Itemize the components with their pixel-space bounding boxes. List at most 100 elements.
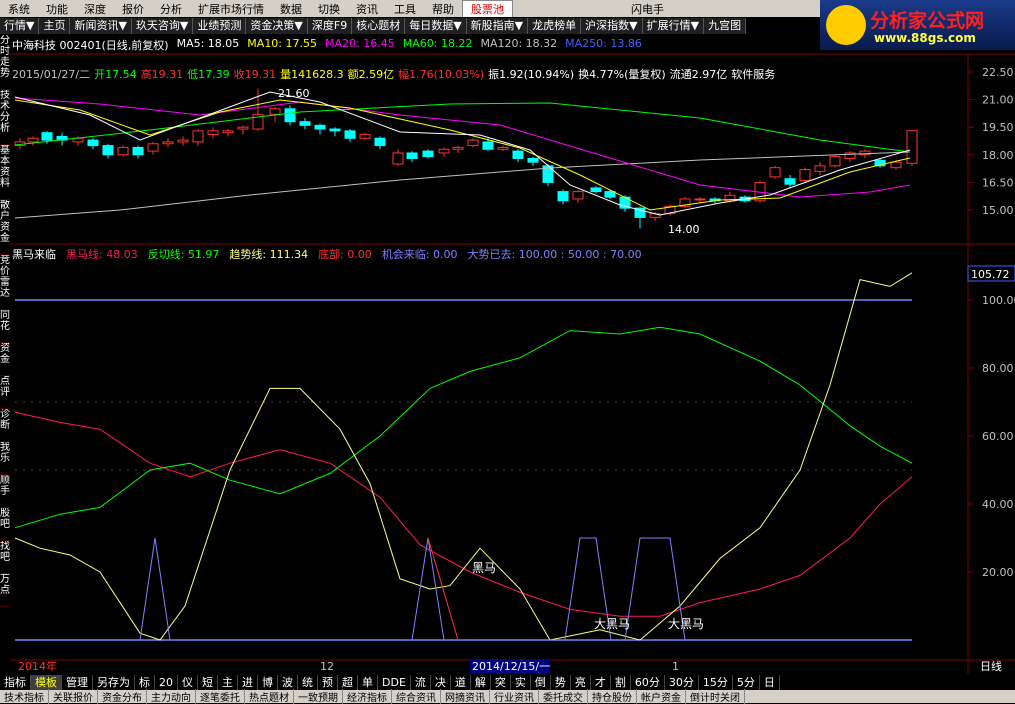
ma20-value: MA20: 16.45 [325,37,395,50]
bottom-info-tab[interactable]: 逐笔委托 [196,689,245,704]
ma120-value: MA120: 18.32 [480,37,558,50]
bottom-tab[interactable]: 管理 [62,674,93,690]
ma5-line [14,91,911,216]
bottom-tab[interactable]: DDE [378,674,411,690]
bottom-tab[interactable]: 15分 [699,674,733,690]
ind-tick-label: 60.00 [982,430,1014,443]
bottom-tab[interactable]: 进 [238,674,258,690]
stock-info-line: 中海科技 002401(日线,前复权) MA5: 18.05 MA10: 17.… [12,37,642,53]
bottom-tab[interactable]: 倒 [531,674,551,690]
bottom-info-tab[interactable]: 倒计时关闭 [686,689,745,704]
candle-body [102,145,114,156]
bottom-tab[interactable]: 30分 [665,674,699,690]
candle-body [237,126,249,130]
bottom-info-tab[interactable]: 热点题材 [245,689,294,704]
candle-body [799,169,811,182]
candle-body [467,139,479,147]
bottom-tab[interactable]: 另存为 [93,674,135,690]
bottom-info-tab[interactable]: 主力动向 [147,689,196,704]
price-tick-label: 16.50 [982,176,1014,189]
price-tick-label: 15.00 [982,204,1014,217]
candle-body [147,143,159,152]
bottom-tab[interactable]: 日 [760,674,780,690]
bottom-tab[interactable]: 势 [551,674,571,690]
bottom-info-tab[interactable]: 行业资讯 [490,689,539,704]
bottom-tab[interactable]: 决 [431,674,451,690]
candle-body [527,157,539,163]
ohlc-amount: 额2.59亿 [347,68,395,81]
bottom-tab[interactable]: 超 [338,674,358,690]
bottom-tab[interactable]: 预 [318,674,338,690]
dashi-value: 大势已去: 100.00 : 50.00 : 70.00 [467,248,642,261]
fanqie-value: 反切线: 51.97 [147,248,220,261]
bottom-tab[interactable]: 博 [258,674,278,690]
ind-tick-label: 100.00 [982,294,1015,307]
bottom-tab[interactable]: 道 [451,674,471,690]
candle-body [604,191,616,198]
ma120-line [14,151,911,219]
candle-body [482,141,494,150]
bottom-info-tab[interactable]: 一致预期 [294,689,343,704]
bottom-info-bar: 技术指标 关联报价 资金分布 主力动向 逐笔委托 热点题材 一致预期 经济指标 综合资讯 网摘资讯… [0,689,1015,704]
bottom-tab[interactable]: 亮 [571,674,591,690]
time-month-12: 12 [320,660,334,673]
bottom-tab[interactable]: 仪 [178,674,198,690]
price-tick-label: 22.50 [982,66,1014,79]
bottom-tab[interactable]: 突 [491,674,511,690]
bottom-tab[interactable]: 20 [155,674,178,690]
bottom-info-tab[interactable]: 综合资讯 [392,689,441,704]
bottom-tab[interactable]: 割 [611,674,631,690]
time-period: 日线 [980,659,1002,673]
candle-body [572,191,584,200]
candle-body [438,148,450,154]
candle-body [784,178,796,185]
bottom-tab[interactable]: 短 [198,674,218,690]
bottom-tab[interactable]: 流 [411,674,431,690]
ma60-value: MA60: 18.22 [402,37,473,50]
bottom-tab[interactable]: 5分 [733,674,760,690]
candle-body [829,156,841,167]
indicator-name[interactable]: 黑马来临 [12,246,56,262]
big-heima-label: 大黑马 [668,617,704,631]
price-tick-label: 21.00 [982,94,1014,107]
bottom-info-tab[interactable]: 持仓股份 [588,689,637,704]
candle-body [814,165,826,172]
dibu-value: 底部: 0.00 [318,248,372,261]
candle-body [344,130,356,139]
chart-canvas: 22.50 21.00 19.50 18.00 16.50 15.00 21.60 14.00… [10,53,1015,674]
bottom-tab[interactable]: 才 [591,674,611,690]
time-year: 2014年 [18,659,57,673]
heima-value: 黑马线: 48.03 [66,248,138,261]
big-heima-label: 大黑马 [594,617,630,631]
candle-body [222,130,234,134]
bottom-tab[interactable]: 解 [471,674,491,690]
fanqie-line [14,326,913,529]
bottom-tab[interactable]: 主 [218,674,238,690]
bottom-tab[interactable]: 单 [358,674,378,690]
candle-body [27,137,39,143]
bottom-tab[interactable]: 标 [135,674,155,690]
bottom-tab[interactable]: 60分 [631,674,665,690]
bottom-tab-bar: 指标 模板 管理 另存为标 20 仪短主进博波统预超单 DDE 流决道解突实倒势亮才割 60分 3… [0,674,1015,690]
bottom-tab[interactable]: 实 [511,674,531,690]
ohlc-line: 2015/01/27/二 开17.54 高19.31 低17.39 收19.31… [12,66,775,82]
bottom-tab[interactable]: 波 [278,674,298,690]
stock-name: 中海科技 002401(日线,前复权) [12,39,169,52]
bottom-info-tab[interactable]: 经济指标 [343,689,392,704]
ohlc-vol: 量141628.3 [280,68,344,81]
candle-body [162,141,174,145]
bottom-info-tab[interactable]: 资金分布 [98,689,147,704]
bottom-tab[interactable]: 模板 [31,674,62,690]
candle-body [512,150,524,159]
indicator-line: 黑马来临 黑马线: 48.03 反切线: 51.97 趋势线: 111.34 底… [12,246,642,262]
bottom-tab[interactable]: 指标 [0,674,31,690]
candle-body [117,146,129,156]
bottom-info-tab[interactable]: 关联报价 [49,689,98,704]
bottom-info-tab[interactable]: 帐户资金 [637,689,686,704]
ohlc-sector: 软件服务 [731,68,776,81]
bottom-info-tab[interactable]: 网摘资讯 [441,689,490,704]
bottom-tab[interactable]: 统 [298,674,318,690]
bottom-info-tab[interactable]: 委托成交 [539,689,588,704]
candle-body [269,108,281,115]
bottom-info-tab[interactable]: 技术指标 [0,689,49,704]
